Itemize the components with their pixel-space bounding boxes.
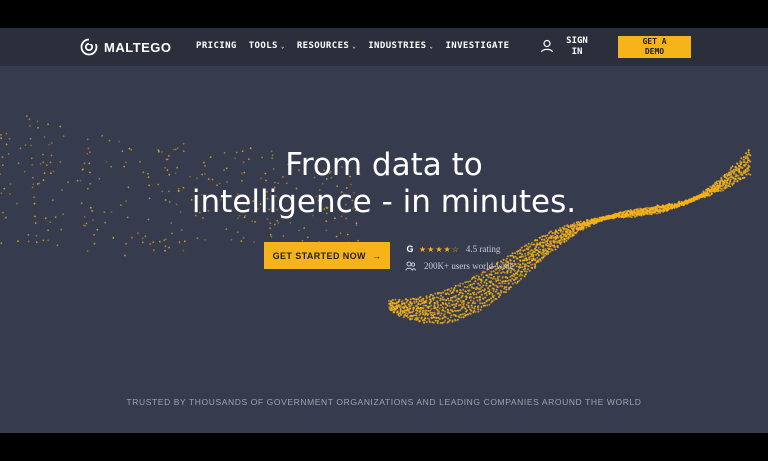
hero-title-line2: intelligence - in minutes. bbox=[191, 184, 577, 220]
hero-title-line1: From data to bbox=[285, 147, 483, 183]
star-rating: ★★★★☆ bbox=[419, 244, 460, 254]
top-navbar: MALTEGO PRICING TOOLS ⌄ RESOURCES ⌄ INDU… bbox=[0, 28, 768, 66]
nav-investigate-label: INVESTIGATE bbox=[445, 41, 510, 51]
caret-down-icon: ⌄ bbox=[429, 42, 434, 50]
nav-investigate[interactable]: INVESTIGATE bbox=[445, 41, 509, 51]
nav-tools[interactable]: TOOLS ⌄ bbox=[249, 41, 285, 51]
users-row: 200K+ users world-wide bbox=[405, 259, 514, 273]
nav-tools-label: TOOLS bbox=[248, 41, 278, 51]
demo-label-line2: DEMO bbox=[644, 47, 665, 56]
logo-text: MALTEGO bbox=[104, 39, 172, 55]
rating-row: G ★★★★☆ 4.5 rating bbox=[405, 242, 514, 256]
caret-down-icon: ⌄ bbox=[280, 42, 285, 50]
nav-pricing[interactable]: PRICING bbox=[196, 41, 237, 51]
nav-industries-label: INDUSTRIES bbox=[368, 41, 427, 51]
nav-industries[interactable]: INDUSTRIES ⌄ bbox=[368, 41, 433, 51]
user-icon[interactable] bbox=[540, 39, 554, 53]
get-started-label: GET STARTED NOW bbox=[272, 250, 366, 261]
get-started-button[interactable]: GET STARTED NOW → bbox=[264, 242, 390, 269]
main-nav: PRICING TOOLS ⌄ RESOURCES ⌄ INDUSTRIES ⌄… bbox=[196, 41, 509, 51]
users-text: 200K+ users world-wide bbox=[424, 261, 514, 271]
get-a-demo-button[interactable]: GET A DEMO bbox=[618, 36, 691, 58]
page-frame: MALTEGO PRICING TOOLS ⌄ RESOURCES ⌄ INDU… bbox=[0, 28, 768, 433]
google-icon: G bbox=[406, 244, 414, 254]
arrow-right-icon: → bbox=[371, 250, 382, 261]
users-icon bbox=[405, 261, 416, 271]
rating-text: 4.5 rating bbox=[465, 244, 501, 254]
caret-down-icon: ⌄ bbox=[352, 42, 357, 50]
social-proof: G ★★★★☆ 4.5 rating 200K+ users world-wid… bbox=[405, 242, 514, 273]
maltego-logo-icon bbox=[80, 38, 98, 56]
demo-label-line1: GET A bbox=[642, 37, 667, 46]
trusted-by-text: TRUSTED BY THOUSANDS OF GOVERNMENT ORGAN… bbox=[126, 397, 642, 407]
nav-resources-label: RESOURCES bbox=[296, 41, 350, 51]
nav-pricing-label: PRICING bbox=[196, 41, 237, 51]
nav-resources[interactable]: RESOURCES ⌄ bbox=[297, 41, 356, 51]
sign-in-label-line1: SIGN bbox=[566, 36, 588, 46]
logo[interactable]: MALTEGO bbox=[80, 38, 172, 56]
sign-in-link[interactable]: SIGN IN bbox=[565, 36, 589, 58]
sign-in-label-line2: IN bbox=[571, 47, 583, 57]
